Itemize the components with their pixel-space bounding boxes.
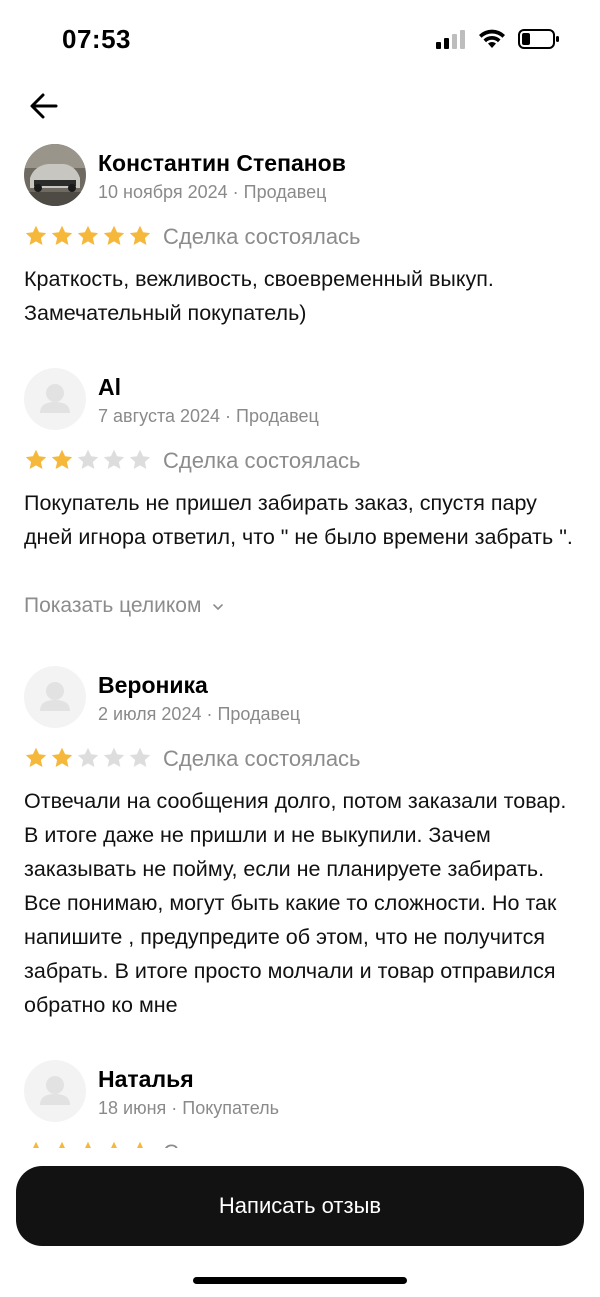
star-empty-icon <box>103 747 125 767</box>
review-text: Покупатель не пришел забирать заказ, спу… <box>24 491 573 549</box>
review-meta: 18 июня · Покупатель <box>98 1098 279 1118</box>
reviewer-name: Вероника <box>98 672 208 698</box>
star-filled-icon <box>103 225 125 245</box>
star-filled-icon <box>51 449 73 469</box>
status-icons <box>436 28 560 50</box>
reviewer-avatar <box>24 1060 86 1122</box>
home-indicator[interactable] <box>193 1277 407 1284</box>
reviewer-avatar <box>24 368 86 430</box>
show-full-link[interactable]: Показать целиком <box>24 594 225 618</box>
write-review-label: Написать отзыв <box>218 1193 382 1218</box>
deal-status: Сделка состоялась <box>163 448 361 473</box>
status-time: 07:53 <box>62 24 131 54</box>
review-text: Отвечали на сообщения долго, потом заказ… <box>24 789 567 1017</box>
reviews-list[interactable]: Константин Степанов 10 ноября 2024 · Про… <box>0 140 600 1150</box>
deal-status: Сделка состоялась <box>163 746 361 771</box>
wifi-icon <box>479 29 505 48</box>
show-full-label: Показать целиком <box>24 594 202 617</box>
default-user-icon <box>40 1076 70 1105</box>
star-filled-icon <box>25 449 47 469</box>
star-empty-icon <box>77 747 99 767</box>
reviewer-avatar <box>24 144 86 206</box>
reviewer-avatar <box>24 666 86 728</box>
status-bar: 07:53 <box>0 0 600 80</box>
star-filled-icon <box>25 225 47 245</box>
reviewer-name: Наталья <box>98 1066 194 1092</box>
review-meta: 7 августа 2024 · Продавец <box>98 406 319 426</box>
battery-icon <box>518 29 559 49</box>
star-empty-icon <box>77 449 99 469</box>
star-filled-icon <box>25 747 47 767</box>
reviewer-name: Al <box>98 374 121 400</box>
review-meta: 2 июля 2024 · Продавец <box>98 704 301 724</box>
star-empty-icon <box>129 449 151 469</box>
star-rating <box>24 448 152 472</box>
star-filled-icon <box>51 225 73 245</box>
star-filled-icon <box>77 225 99 245</box>
back-arrow-icon[interactable] <box>26 88 62 124</box>
default-user-icon <box>40 384 70 413</box>
review-text: Краткость, вежливость, своевременный вык… <box>24 267 494 325</box>
star-empty-icon <box>129 747 151 767</box>
reviewer-name: Константин Степанов <box>98 150 346 176</box>
chevron-down-icon <box>213 604 224 611</box>
star-rating <box>24 224 152 248</box>
car-photo-image <box>24 144 86 206</box>
deal-status: Сделка состоялась <box>163 224 361 249</box>
star-empty-icon <box>103 449 125 469</box>
cellular-signal-icon <box>436 30 465 49</box>
write-review-button[interactable]: Написать отзыв <box>16 1166 584 1246</box>
review-meta: 10 ноября 2024 · Продавец <box>98 182 327 202</box>
star-rating <box>24 746 152 770</box>
default-user-icon <box>40 682 70 711</box>
star-filled-icon <box>129 225 151 245</box>
star-filled-icon <box>51 747 73 767</box>
